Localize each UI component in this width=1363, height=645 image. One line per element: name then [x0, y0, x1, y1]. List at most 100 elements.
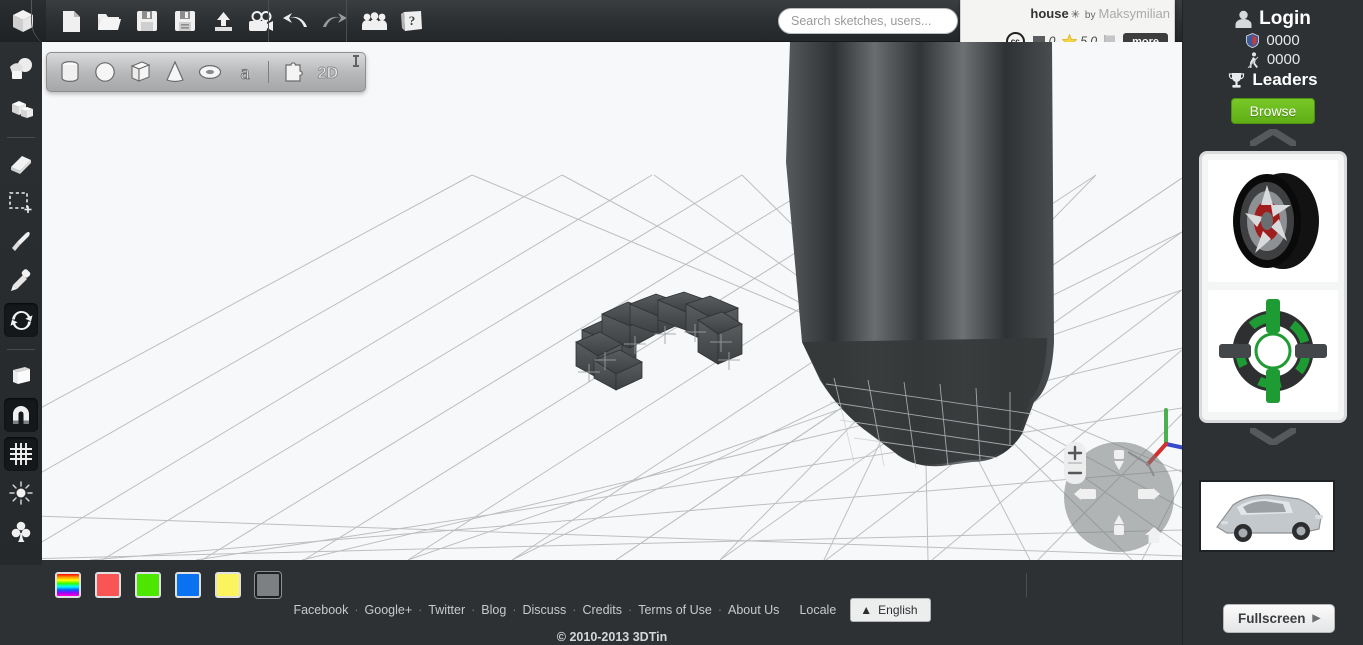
leaders-row[interactable]: Leaders [1183, 70, 1363, 90]
runner-counter-row[interactable]: 0000 [1183, 51, 1363, 68]
sketch-star-mark: ✳ [1070, 9, 1080, 21]
search-input[interactable] [791, 14, 952, 28]
app-root: ? house✳byMaksymilian cc 0 [0, 0, 1363, 645]
sun-brightness-icon [9, 481, 33, 505]
svg-text:2D: 2D [317, 65, 337, 82]
right-sidebar: Login 0000 0000 Leaders Browse Fullscree… [1182, 0, 1363, 645]
footer-link-about[interactable]: About Us [728, 603, 779, 617]
fullscreen-button[interactable]: Fullscreen ▶ [1223, 604, 1336, 633]
footer-link-facebook[interactable]: Facebook [293, 603, 348, 617]
cylinder-icon [60, 60, 79, 82]
color-swatch-rainbow[interactable] [55, 572, 81, 598]
sketch-title-row: house ✳ by Maksymilian [1030, 5, 1170, 23]
rail-divider-2 [7, 349, 35, 350]
shield-counter-row[interactable]: 0000 [1183, 32, 1363, 49]
locale-arrow-icon: ▲ [860, 603, 873, 617]
open-box-icon [13, 367, 30, 384]
2d-badge-icon: 2D [317, 65, 338, 83]
save-as-button[interactable] [170, 6, 200, 36]
sketch-author[interactable]: Maksymilian [1098, 6, 1170, 21]
reset-view-button[interactable] [1144, 526, 1164, 544]
community-button[interactable] [359, 6, 389, 36]
footer-link-discuss[interactable]: Discuss [523, 603, 567, 617]
pin-toolbar-button[interactable] [351, 55, 361, 74]
login-row[interactable]: Login [1183, 8, 1363, 30]
sketch-name: house [1030, 6, 1069, 21]
help-book-icon: ? [400, 11, 422, 31]
leaders-label: Leaders [1252, 70, 1318, 89]
plugin-button[interactable] [276, 56, 309, 88]
color-swatch-red[interactable] [95, 572, 121, 598]
rotate-refresh-tool[interactable] [4, 303, 38, 337]
torus-icon [198, 64, 221, 80]
login-label: Login [1259, 8, 1311, 29]
cylinder-shape-button[interactable] [53, 56, 86, 88]
export-button[interactable] [208, 6, 238, 36]
sphere-icon [94, 62, 115, 82]
two-d-mode-button[interactable]: 2D [311, 56, 344, 88]
brightness-tool[interactable] [4, 476, 38, 510]
stack-blocks-tool[interactable] [4, 91, 38, 125]
footer-link-twitter[interactable]: Twitter [428, 603, 465, 617]
camera-down-button[interactable] [1111, 514, 1127, 536]
camera-left-button[interactable] [1074, 486, 1096, 502]
torus-shape-button[interactable] [193, 56, 226, 88]
box-shape-button[interactable] [123, 56, 156, 88]
paint-brush-tool[interactable] [4, 225, 38, 259]
floppy-save-as-icon [175, 11, 195, 31]
cube-logo-icon [13, 10, 33, 32]
upload-arrow-icon [214, 12, 232, 31]
open-sketch-button[interactable] [94, 6, 124, 36]
locale-select[interactable]: ▲ English [850, 598, 931, 622]
gallery-thumb-gear[interactable] [1208, 290, 1338, 412]
color-picker-tool[interactable] [4, 264, 38, 298]
cone-icon [165, 60, 184, 83]
footer-link-googleplus[interactable]: Google+ [365, 603, 413, 617]
cone-shape-button[interactable] [158, 56, 191, 88]
gallery-thumb-wheel[interactable] [1208, 160, 1338, 282]
color-swatch-green[interactable] [135, 572, 161, 598]
clover-icon [11, 521, 31, 542]
undo-button[interactable] [281, 6, 311, 36]
box-view-tool[interactable] [4, 359, 38, 393]
camera-right-button[interactable] [1138, 486, 1160, 502]
rail-divider-1 [7, 137, 35, 138]
promo-thumb-car[interactable] [1199, 480, 1335, 552]
camera-up-button[interactable] [1111, 450, 1127, 470]
footer-link-terms[interactable]: Terms of Use [638, 603, 712, 617]
browse-button[interactable]: Browse [1230, 98, 1316, 124]
zoom-control[interactable] [1064, 442, 1086, 484]
runner-figure-icon [1247, 51, 1259, 68]
snap-magnet-tool[interactable] [4, 398, 38, 432]
locale-label: Locale [799, 603, 837, 617]
redo-button[interactable] [319, 6, 349, 36]
select-region-tool[interactable] [4, 186, 38, 220]
footer-divider [1026, 573, 1027, 597]
add-shape-tool[interactable] [4, 52, 38, 86]
box-icon [130, 61, 150, 82]
people-group-icon [361, 11, 387, 30]
footer-link-blog[interactable]: Blog [481, 603, 506, 617]
color-swatch-blue[interactable] [175, 572, 201, 598]
stacked-cubes-icon [12, 101, 33, 118]
user-person-icon [1235, 10, 1252, 28]
color-swatch-gray[interactable] [255, 572, 281, 598]
3d-viewport[interactable]: a 2D [42, 42, 1182, 560]
app-logo[interactable] [0, 0, 46, 48]
grid-toggle-tool[interactable] [4, 437, 38, 471]
save-button[interactable] [132, 6, 162, 36]
chevron-up-icon[interactable] [1250, 129, 1296, 146]
chevron-down-icon[interactable] [1250, 428, 1296, 445]
help-button[interactable]: ? [397, 6, 427, 36]
new-sketch-button[interactable] [56, 6, 86, 36]
file-tool-group [56, 0, 276, 42]
search-box[interactable] [778, 8, 958, 34]
clover-tool[interactable] [4, 515, 38, 549]
color-swatch-yellow[interactable] [215, 572, 241, 598]
text-shape-button[interactable]: a [228, 56, 261, 88]
eraser-tool[interactable] [4, 147, 38, 181]
sphere-shape-button[interactable] [88, 56, 121, 88]
shield-icon [1246, 33, 1260, 48]
text-a-icon: a [239, 60, 250, 84]
footer-link-credits[interactable]: Credits [582, 603, 622, 617]
